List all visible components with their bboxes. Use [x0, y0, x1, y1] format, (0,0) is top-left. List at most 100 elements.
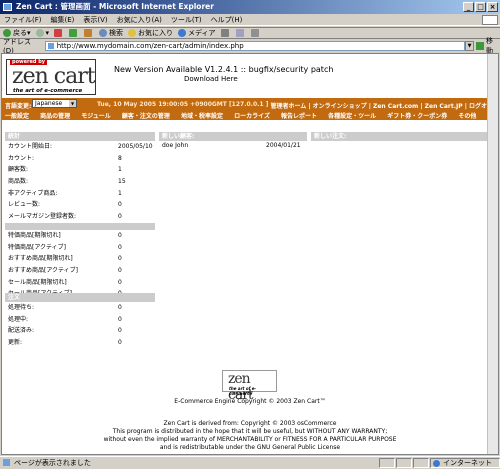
maximize-button[interactable]: □: [475, 2, 486, 12]
print-icon: [250, 29, 259, 37]
stat-row: おすすめ商品[アクティブ] 0: [8, 266, 122, 274]
admin-header-bar: 言語変更: Japanese ▼ Tue, 10 May 2005 19:00:…: [2, 98, 498, 120]
internet-zone: インターネット: [430, 458, 500, 468]
toolbar: 戻る ▾ ▾ 検索 お気に入り メディア: [0, 27, 500, 39]
status-text: ページが表示されました: [0, 458, 379, 468]
print-button[interactable]: [250, 29, 261, 37]
customer-row[interactable]: doe John 2004/01/21: [159, 141, 307, 151]
nav-tools[interactable]: 各種設定・ツール: [328, 113, 376, 120]
media-icon: [178, 29, 187, 37]
address-bar: アドレス(D) http://www.mydomain.com/zen-cart…: [0, 37, 500, 55]
stop-button[interactable]: [54, 29, 64, 37]
home-icon: [84, 29, 93, 37]
stats-panel: 統計 カウント開始日: 2005/05/10 カウント: 8 顧客数: 1 商品数: 1…: [5, 132, 155, 300]
main-nav: 一般設定 商品の管理 モジュール 顧客・注文の管理 地域・税率設定 ローカライズ…: [5, 111, 485, 120]
ie-icon: [3, 3, 12, 11]
language-label: 言語変更:: [5, 103, 32, 110]
status-cell: [379, 458, 395, 468]
stats-header: 統計: [5, 132, 155, 141]
mail-icon: [235, 29, 244, 37]
history-button[interactable]: [220, 29, 231, 37]
stop-icon: [54, 29, 63, 37]
order-status-row: 処理待ち: 0: [8, 304, 122, 311]
new-customers-panel: 新しい顧客: doe John 2004/01/21: [159, 132, 307, 151]
stat-row: 特価商品[アクティブ] 0: [8, 243, 122, 251]
download-link[interactable]: Download Here: [184, 75, 238, 83]
order-status-row: 配送済み: 0: [8, 327, 122, 335]
menu-favorites[interactable]: お気に入り(A): [117, 15, 162, 25]
menu-edit[interactable]: 編集(E): [51, 15, 75, 25]
nav-customers[interactable]: 顧客・注文の管理: [122, 113, 170, 120]
search-icon: [99, 29, 108, 37]
menu-help[interactable]: ヘルプ(H): [211, 15, 243, 25]
close-button[interactable]: ×: [487, 2, 498, 12]
go-arrow-icon: [476, 41, 485, 50]
stat-row: レビュー数: 0: [8, 201, 122, 209]
nav-reports[interactable]: 報告レポート: [281, 113, 317, 120]
windows-logo-icon: [482, 15, 498, 25]
stat-row: 非アクティブ商品: 1: [8, 189, 122, 197]
stat-row: カウント: 8: [8, 154, 122, 162]
nav-modules[interactable]: モジュール: [81, 113, 111, 120]
footer-line-4: and is redistributable under the GNU Gen…: [159, 444, 341, 451]
language-select[interactable]: Japanese ▼: [32, 99, 77, 108]
mail-button[interactable]: [235, 29, 246, 37]
window-titlebar: Zen Cart : 管理画面 - Microsoft Internet Exp…: [0, 0, 500, 14]
page-viewport: powered by zen cart the art of e-commerc…: [1, 53, 499, 455]
stat-row: カウント開始日: 2005/05/10: [8, 143, 153, 150]
nav-extras[interactable]: その他: [458, 113, 476, 120]
footer-line-3: without even the implied warranty of MER…: [103, 436, 397, 443]
menu-tools[interactable]: ツール(T): [171, 15, 202, 25]
orders-panel: 注文 処理待ち: 0 処理中: 0 配送済み: 0 更新: 0: [5, 293, 155, 349]
section-divider: [5, 222, 155, 230]
stat-row: 顧客数: 1: [8, 166, 122, 174]
history-icon: [220, 29, 229, 37]
window-title: Zen Cart : 管理画面 - Microsoft Internet Exp…: [16, 2, 214, 11]
refresh-button[interactable]: [69, 29, 79, 37]
top-links[interactable]: 管理者ホーム | オンラインショップ | Zen Cart.com | Zen …: [270, 101, 493, 110]
order-status-row: 処理中: 0: [8, 315, 122, 323]
chevron-down-icon: ▼: [69, 100, 76, 107]
nav-configuration[interactable]: 一般設定: [5, 113, 29, 120]
stat-row: 特価商品[期限切れ] 0: [8, 231, 122, 239]
stat-row: メールマガジン登録者数: 0: [8, 213, 122, 221]
stat-row: セール商品[期限切れ] 0: [8, 278, 122, 286]
new-orders-panel: 新しい注文:: [311, 132, 487, 141]
zen-cart-logo: powered by zen cart the art of e-commerc…: [6, 59, 96, 95]
vertical-scrollbar[interactable]: [487, 54, 498, 454]
order-status-row: 更新: 0: [8, 339, 122, 347]
minimize-button[interactable]: _: [463, 2, 474, 12]
footer-line-1: Zen Cart is derived from: Copyright © 20…: [163, 420, 337, 427]
menu-view[interactable]: 表示(V): [83, 15, 107, 25]
nav-gift-coupons[interactable]: ギフト券・クーポン券: [387, 113, 447, 120]
stat-row: 商品数: 15: [8, 178, 126, 186]
star-icon: [128, 29, 137, 37]
logo-text: zen cart: [12, 64, 96, 89]
status-bar: ページが表示されました インターネット: [0, 456, 500, 469]
address-input[interactable]: http://www.mydomain.com/zen-cart/admin/i…: [44, 40, 466, 51]
media-button[interactable]: メディア: [178, 28, 216, 38]
menu-bar: ファイル(F) 編集(E) 表示(V) お気に入り(A) ツール(T) ヘルプ(…: [0, 14, 500, 26]
datetime-text: Tue, 10 May 2005 19:00:05 +0900GMT [127.…: [97, 101, 269, 108]
customer-date: 2004/01/21: [266, 142, 301, 149]
refresh-icon: [69, 29, 78, 37]
footer-line-2: This program is distributed in the hope …: [112, 428, 388, 435]
status-cell: [396, 458, 412, 468]
footer-copyright: E-Commerce Engine Copyright © 2003 Zen C…: [174, 398, 326, 405]
new-orders-header: 新しい注文:: [311, 132, 487, 141]
new-customers-header: 新しい顧客:: [159, 132, 307, 141]
home-button[interactable]: [84, 29, 94, 37]
nav-localization[interactable]: ローカライズ: [234, 113, 270, 120]
nav-catalog[interactable]: 商品の管理: [40, 113, 70, 120]
status-cell: [413, 458, 429, 468]
page-icon: [47, 42, 54, 49]
favorites-button[interactable]: お気に入り: [128, 28, 173, 38]
search-button[interactable]: 検索: [99, 28, 123, 38]
version-notice: New Version Available V1.2.4.1 :: bugfix…: [114, 65, 334, 74]
footer-logo: zen cart the art of e-commerce: [222, 370, 277, 403]
address-label: アドレス(D): [3, 37, 31, 55]
customer-name[interactable]: doe John: [162, 141, 188, 151]
address-dropdown-button[interactable]: ▼: [465, 40, 475, 51]
menu-file[interactable]: ファイル(F): [4, 15, 42, 25]
nav-taxes[interactable]: 地域・税率設定: [181, 113, 223, 120]
